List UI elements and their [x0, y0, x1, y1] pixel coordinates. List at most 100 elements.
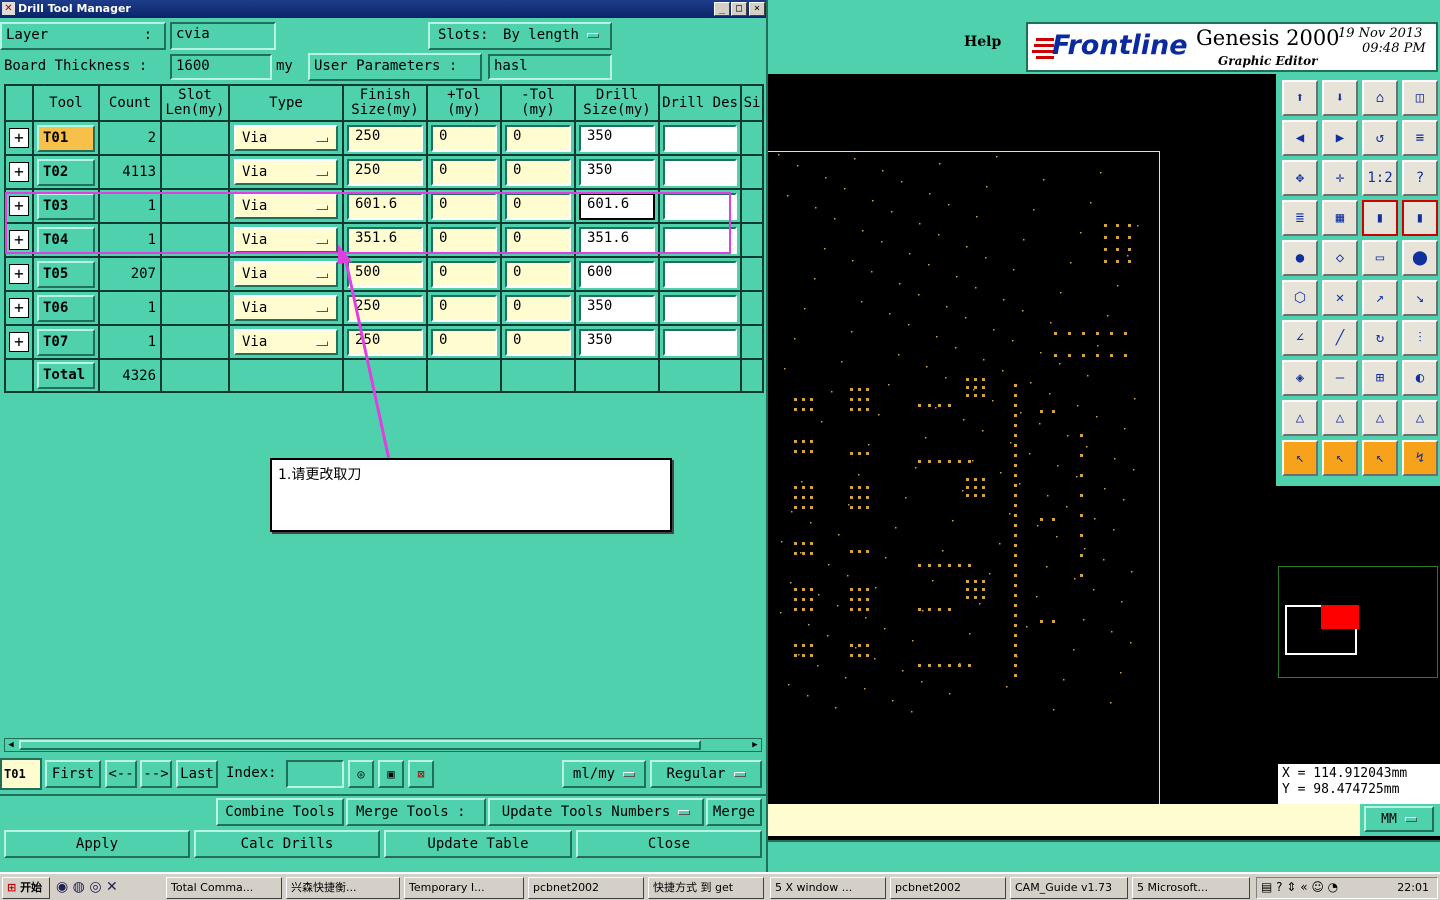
via-hit	[921, 681, 923, 683]
genesis-units-selector[interactable]: MM	[1364, 806, 1434, 832]
drill-pad	[1014, 644, 1017, 647]
drill-pad	[1110, 332, 1113, 335]
palette-tool-icon[interactable]: ∠	[1282, 320, 1318, 356]
via-hit	[899, 283, 901, 285]
table-hscrollbar[interactable]: ◀ ▶	[4, 738, 762, 752]
apply-button[interactable]: Apply	[4, 830, 190, 858]
via-hit	[992, 400, 994, 402]
palette-tool-icon[interactable]: ◇	[1322, 240, 1358, 276]
palette-tool-icon[interactable]: ●	[1282, 240, 1318, 276]
via-hit	[972, 460, 974, 462]
drill-pad	[928, 460, 931, 463]
palette-tool-icon[interactable]: ↗	[1362, 280, 1398, 316]
palette-tool-icon[interactable]: ↺	[1362, 120, 1398, 156]
via-hit	[797, 165, 799, 167]
palette-tool-icon[interactable]: ▭	[1362, 240, 1398, 276]
palette-tool-icon[interactable]: ↖	[1282, 440, 1318, 476]
prev-button[interactable]: <--	[105, 760, 137, 788]
palette-tool-icon[interactable]: ⫶	[1402, 320, 1438, 356]
quick-launch-icons[interactable]: ◉ ◍ ◎ ✕	[56, 879, 160, 895]
palette-tool-icon[interactable]: 1:2	[1362, 160, 1398, 196]
taskbar-task[interactable]: Temporary I...	[404, 877, 524, 899]
graphic-canvas[interactable]	[768, 74, 1276, 807]
scroll-thumb[interactable]	[19, 740, 701, 750]
tray-icons[interactable]: ▤ ? ⇕ « ☺ ◔	[1261, 880, 1338, 894]
units-selector[interactable]: ml/my	[562, 760, 646, 788]
palette-tool-icon[interactable]: △	[1362, 400, 1398, 436]
via-hit	[1010, 442, 1012, 444]
via-hit	[959, 663, 961, 665]
palette-tool-icon[interactable]: —	[1322, 360, 1358, 396]
via-hit	[1037, 525, 1039, 527]
palette-tool-icon[interactable]: △	[1322, 400, 1358, 436]
scroll-right-icon[interactable]: ▶	[749, 739, 761, 751]
taskbar-task[interactable]: 快捷方式 到 get	[648, 877, 764, 899]
taskbar-task[interactable]: CAM_Guide v1.73	[1010, 877, 1128, 899]
via-hit	[878, 414, 880, 416]
next-button[interactable]: -->	[140, 760, 172, 788]
drill-pad	[958, 564, 961, 567]
palette-tool-icon[interactable]: ◀	[1282, 120, 1318, 156]
drill-pad	[1014, 564, 1017, 567]
edit-icon[interactable]: ▣	[378, 760, 404, 788]
palette-tool-icon[interactable]: ⬆	[1282, 80, 1318, 116]
bulb-icon[interactable]: ◎	[348, 760, 374, 788]
start-button[interactable]: ⊞ 开始	[2, 877, 50, 899]
taskbar-task[interactable]: 兴森快捷衡...	[286, 877, 400, 899]
update-table-button[interactable]: Update Table	[384, 830, 572, 858]
palette-tool-icon[interactable]: ⊞	[1362, 360, 1398, 396]
palette-tool-icon[interactable]: ⬤	[1402, 240, 1438, 276]
scroll-left-icon[interactable]: ◀	[5, 739, 17, 751]
drill-pad	[918, 404, 921, 407]
palette-tool-icon[interactable]: ↻	[1362, 320, 1398, 356]
overview-map[interactable]	[1278, 566, 1438, 678]
taskbar-task[interactable]: 5 Microsoft...	[1132, 877, 1250, 899]
drill-pad	[974, 596, 977, 599]
taskbar-task[interactable]: pcbnet2002	[890, 877, 1006, 899]
palette-tool-icon[interactable]: ↖	[1362, 440, 1398, 476]
palette-tool-icon[interactable]: ⬡	[1282, 280, 1318, 316]
close-button[interactable]: Close	[576, 830, 762, 858]
palette-tool-icon[interactable]: ⬇	[1322, 80, 1358, 116]
via-hit	[1114, 458, 1116, 460]
palette-tool-icon[interactable]: ≣	[1282, 200, 1318, 236]
palette-tool-icon[interactable]: ╱	[1322, 320, 1358, 356]
help-menu[interactable]: Help	[964, 34, 1001, 50]
palette-tool-icon[interactable]: ▮	[1402, 200, 1438, 236]
palette-tool-icon[interactable]: ✥	[1282, 160, 1318, 196]
palette-tool-icon[interactable]: ✕	[1322, 280, 1358, 316]
palette-tool-icon[interactable]: ▦	[1322, 200, 1358, 236]
palette-tool-icon[interactable]: ▮	[1362, 200, 1398, 236]
palette-tool-icon[interactable]: ↯	[1402, 440, 1438, 476]
merge-button[interactable]: Merge	[706, 798, 762, 826]
first-button[interactable]: First	[45, 760, 101, 788]
last-button[interactable]: Last	[176, 760, 218, 788]
index-input[interactable]	[286, 760, 344, 788]
via-hit	[872, 200, 874, 202]
via-hit	[898, 354, 900, 356]
palette-tool-icon[interactable]: △	[1402, 400, 1438, 436]
palette-tool-icon[interactable]: ◫	[1402, 80, 1438, 116]
via-hit	[1023, 239, 1025, 241]
palette-tool-icon[interactable]: ↘	[1402, 280, 1438, 316]
palette-tool-icon[interactable]: ↖	[1322, 440, 1358, 476]
taskbar-task[interactable]: pcbnet2002	[528, 877, 644, 899]
drill-pad	[850, 588, 853, 591]
calc-drills-button[interactable]: Calc Drills	[194, 830, 380, 858]
palette-tool-icon[interactable]: △	[1282, 400, 1318, 436]
update-tools-numbers-selector[interactable]: Update Tools Numbers	[488, 798, 704, 826]
drill-pad	[1014, 574, 1017, 577]
palette-tool-icon[interactable]: ◈	[1282, 360, 1318, 396]
palette-tool-icon[interactable]: ▶	[1322, 120, 1358, 156]
palette-tool-icon[interactable]: ✛	[1322, 160, 1358, 196]
drill-pad	[928, 664, 931, 667]
palette-tool-icon[interactable]: ◐	[1402, 360, 1438, 396]
palette-tool-icon[interactable]: ≡	[1402, 120, 1438, 156]
taskbar-task[interactable]: 5 X window ...	[770, 877, 886, 899]
delete-icon[interactable]: ⊠	[408, 760, 434, 788]
palette-tool-icon[interactable]: ⌂	[1362, 80, 1398, 116]
palette-tool-icon[interactable]: ?	[1402, 160, 1438, 196]
taskbar-task[interactable]: Total Comma...	[166, 877, 282, 899]
mode-selector[interactable]: Regular	[650, 760, 762, 788]
combine-tools-button[interactable]: Combine Tools	[216, 798, 344, 826]
